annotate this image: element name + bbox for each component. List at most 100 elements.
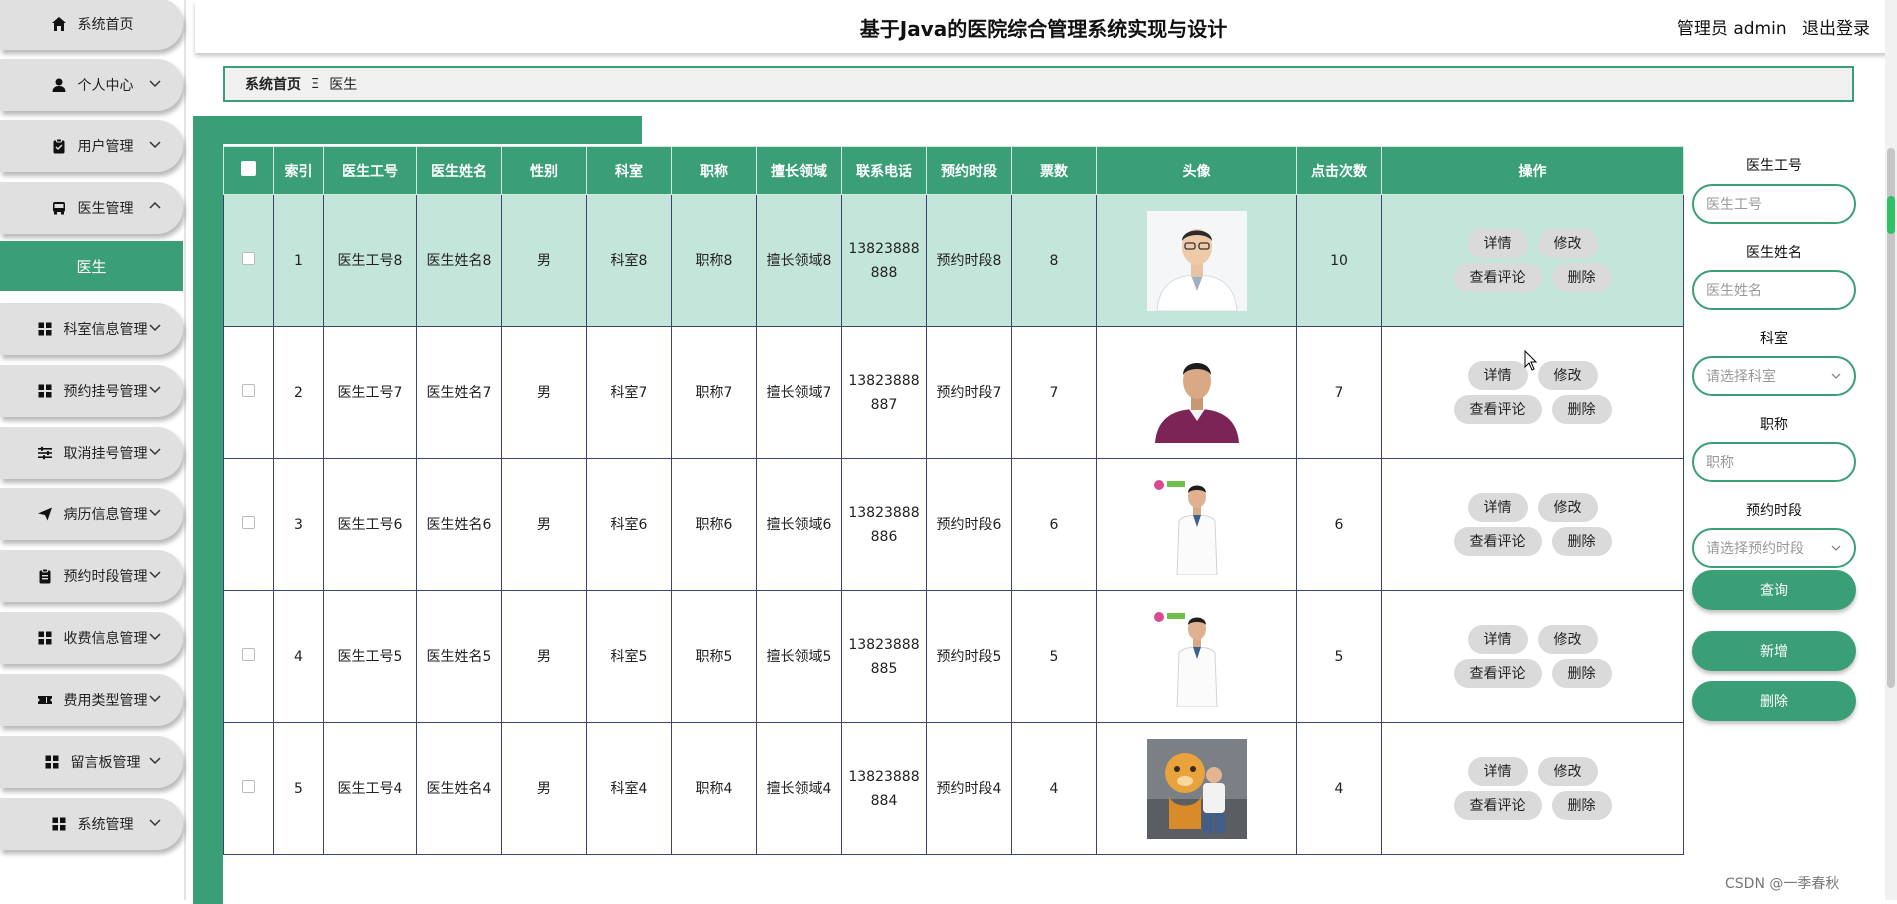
delete-row-button[interactable]: 删除 [1551, 395, 1612, 424]
detail-button[interactable]: 详情 [1467, 229, 1528, 258]
doctor-avatar [1146, 738, 1247, 839]
chevron-down-icon [147, 690, 163, 706]
header-select-all[interactable] [223, 146, 274, 195]
cell-title: 职称6 [671, 458, 757, 591]
sidebar-item-system-management[interactable]: 系统管理 [0, 798, 183, 850]
page-scrollbar[interactable] [1885, 0, 1897, 900]
delete-row-button[interactable]: 删除 [1551, 791, 1612, 820]
row-select-cell[interactable] [223, 326, 274, 459]
chevron-down-icon [147, 566, 163, 582]
grid-icon [36, 629, 54, 647]
cell-department: 科室8 [586, 194, 672, 327]
row-select-cell[interactable] [223, 194, 274, 327]
cell-index: 2 [273, 326, 324, 459]
user-area: 管理员 admin 退出登录 [1667, 14, 1870, 39]
edit-button[interactable]: 修改 [1537, 757, 1598, 786]
doctor-name-input[interactable]: 医生姓名 [1692, 270, 1856, 310]
cell-votes: 7 [1011, 326, 1097, 459]
column-header: 联系电话 [841, 146, 927, 195]
table-row[interactable]: 4 医生工号5 医生姓名5 男 科室5 职称5 擅长领域5 1382388888… [223, 590, 1684, 723]
chevron-down-icon [147, 381, 163, 397]
column-header: 性别 [501, 146, 587, 195]
sidebar-item-label: 留言板管理 [70, 755, 141, 771]
cell-doctor-name: 医生姓名5 [416, 590, 502, 723]
breadcrumb-home[interactable]: 系统首页 [245, 74, 301, 94]
edit-button[interactable]: 修改 [1537, 361, 1598, 390]
sidebar-item-billing-management[interactable]: 收费信息管理 [0, 612, 183, 664]
delete-row-button[interactable]: 删除 [1551, 263, 1612, 292]
cell-gender: 男 [501, 458, 587, 591]
decorative-strip [193, 144, 223, 904]
clipboard-icon [50, 137, 68, 155]
row-checkbox[interactable] [242, 515, 255, 529]
sidebar-item-medical-records[interactable]: 病历信息管理 [0, 488, 183, 540]
detail-button[interactable]: 详情 [1467, 757, 1528, 786]
chevron-down-icon [147, 136, 163, 152]
time-slot-select[interactable]: 请选择预约时段 [1692, 528, 1856, 568]
doctor-table-container: 索引 医生工号 医生姓名 性别 科室 职称 擅长领域 联系电话 预约时段 票数 … [223, 146, 1684, 855]
row-actions: 详情 修改 查看评论 删除 [1433, 757, 1633, 820]
cell-doctor-id: 医生工号6 [323, 458, 417, 591]
batch-delete-button[interactable]: 删除 [1692, 681, 1856, 721]
sidebar-item-cancel-appointment[interactable]: 取消挂号管理 [0, 427, 183, 479]
view-comments-button[interactable]: 查看评论 [1453, 791, 1542, 820]
row-checkbox[interactable] [242, 647, 255, 661]
cell-specialty: 擅长领域8 [756, 194, 842, 327]
edit-button[interactable]: 修改 [1537, 625, 1598, 654]
column-header: 科室 [586, 146, 672, 195]
logout-link[interactable]: 退出登录 [1802, 19, 1870, 39]
cell-avatar [1096, 722, 1297, 855]
row-checkbox[interactable] [242, 779, 255, 793]
sidebar-item-personal-center[interactable]: 个人中心 [0, 59, 183, 111]
table-row[interactable]: 2 医生工号7 医生姓名7 男 科室7 职称7 擅长领域7 1382388888… [223, 326, 1684, 459]
row-checkbox[interactable] [242, 383, 255, 397]
doctor-id-input[interactable]: 医生工号 [1692, 184, 1856, 224]
add-button[interactable]: 新增 [1692, 631, 1856, 671]
row-checkbox[interactable] [242, 251, 255, 265]
table-row[interactable]: 1 医生工号8 医生姓名8 男 科室8 职称8 擅长领域8 1382388888… [223, 194, 1684, 327]
cell-actions: 详情 修改 查看评论 删除 [1381, 458, 1684, 591]
home-icon [50, 15, 68, 33]
view-comments-button[interactable]: 查看评论 [1453, 659, 1542, 688]
cell-doctor-name: 医生姓名4 [416, 722, 502, 855]
sidebar-item-home[interactable]: 系统首页 [0, 0, 183, 50]
query-button[interactable]: 查询 [1692, 570, 1856, 610]
department-select[interactable]: 请选择科室 [1692, 356, 1856, 396]
sidebar-item-time-slot-management[interactable]: 预约时段管理 [0, 550, 183, 602]
chevron-down-icon [147, 752, 163, 768]
sidebar-item-user-management[interactable]: 用户管理 [0, 120, 183, 172]
edit-button[interactable]: 修改 [1537, 229, 1598, 258]
table-row[interactable]: 5 医生工号4 医生姓名4 男 科室4 职称4 擅长领域4 1382388888… [223, 722, 1684, 855]
ticket-icon [36, 691, 54, 709]
edit-button[interactable]: 修改 [1537, 493, 1598, 522]
cell-avatar [1096, 194, 1297, 327]
column-header: 索引 [273, 146, 324, 195]
view-comments-button[interactable]: 查看评论 [1453, 527, 1542, 556]
delete-row-button[interactable]: 删除 [1551, 659, 1612, 688]
select-all-checkbox[interactable] [241, 161, 256, 176]
cell-specialty: 擅长领域5 [756, 590, 842, 723]
view-comments-button[interactable]: 查看评论 [1453, 395, 1542, 424]
delete-row-button[interactable]: 删除 [1551, 527, 1612, 556]
detail-button[interactable]: 详情 [1467, 361, 1528, 390]
table-row[interactable]: 3 医生工号6 医生姓名6 男 科室6 职称6 擅长领域6 1382388888… [223, 458, 1684, 591]
sidebar-item-message-board[interactable]: 留言板管理 [0, 736, 183, 788]
row-select-cell[interactable] [223, 722, 274, 855]
detail-button[interactable]: 详情 [1467, 493, 1528, 522]
top-bar: 基于Java的医院综合管理系统实现与设计 管理员 admin 退出登录 [195, 0, 1892, 53]
row-select-cell[interactable] [223, 590, 274, 723]
cell-time-slot: 预约时段6 [926, 458, 1012, 591]
detail-button[interactable]: 详情 [1467, 625, 1528, 654]
sidebar-item-department-management[interactable]: 科室信息管理 [0, 303, 183, 355]
sidebar-subitem-doctor[interactable]: 医生 [0, 241, 183, 291]
row-select-cell[interactable] [223, 458, 274, 591]
sidebar-item-fee-type-management[interactable]: 费用类型管理 [0, 674, 183, 726]
sidebar-item-doctor-management[interactable]: 医生管理 [0, 182, 183, 234]
title-input[interactable]: 职称 [1692, 442, 1856, 482]
sidebar-item-appointment-management[interactable]: 预约挂号管理 [0, 365, 183, 417]
column-header: 医生工号 [323, 146, 417, 195]
chevron-down-icon [147, 814, 163, 830]
view-comments-button[interactable]: 查看评论 [1453, 263, 1542, 292]
chevron-down-icon [147, 504, 163, 520]
cell-phone: 13823888885 [841, 590, 927, 723]
